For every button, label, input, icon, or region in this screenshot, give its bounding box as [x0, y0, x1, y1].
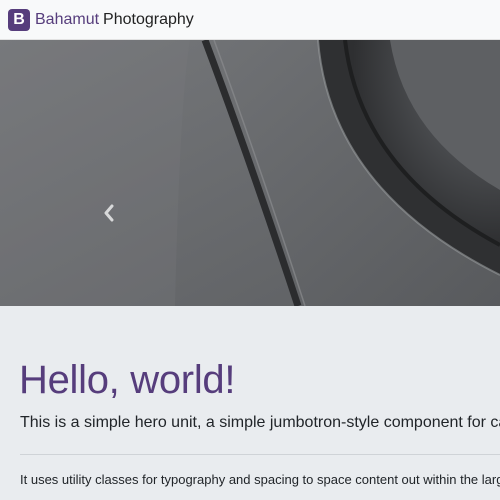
jumbotron-body-text: It uses utility classes for typography a…	[20, 472, 500, 487]
navbar: B Bahamut Photography	[0, 0, 500, 40]
carousel-prev-button[interactable]	[102, 204, 122, 224]
carousel-slide-image	[0, 40, 500, 306]
jumbotron-divider	[20, 454, 500, 455]
jumbotron: Hello, world! This is a simple hero unit…	[0, 306, 500, 500]
navbar-brand-link[interactable]: B Bahamut Photography	[8, 8, 194, 31]
jumbotron-lead: This is a simple hero unit, a simple jum…	[20, 414, 500, 431]
brand-suffix: Photography	[103, 10, 194, 28]
chevron-left-icon	[104, 204, 114, 222]
brand-logo: B	[8, 8, 30, 31]
jumbotron-title: Hello, world!	[19, 358, 236, 402]
hero-carousel	[0, 40, 500, 306]
brand-name: Bahamut	[35, 10, 100, 28]
